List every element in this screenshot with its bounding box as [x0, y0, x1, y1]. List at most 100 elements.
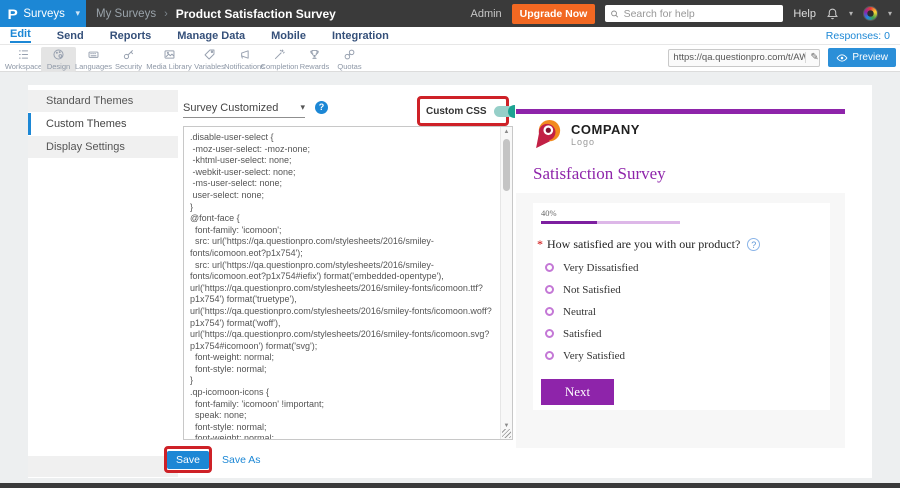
toolbar-item-design[interactable]: Design [41, 47, 76, 72]
theme-help-icon[interactable]: ? [315, 101, 328, 114]
toolbar-item-variables[interactable]: Variables [192, 47, 227, 72]
required-asterisk: * [537, 237, 543, 252]
variables-tag-icon [203, 48, 216, 61]
sidebar-item-display-settings[interactable]: Display Settings [28, 136, 178, 158]
help-search[interactable] [605, 5, 783, 22]
question-text: How satisfied are you with our product? [547, 237, 740, 252]
rewards-trophy-icon [308, 48, 321, 61]
progress-label: 40% [541, 208, 557, 218]
design-panel: Standard Themes Custom Themes Display Se… [28, 85, 872, 478]
toolbar-item-media-library[interactable]: Media Library [146, 47, 192, 72]
radio-icon[interactable] [545, 329, 554, 338]
admin-link[interactable]: Admin [470, 8, 501, 20]
menu-item-send[interactable]: Send [57, 30, 84, 42]
languages-icon [87, 48, 100, 61]
avatar[interactable] [863, 6, 878, 21]
menu-item-integration[interactable]: Integration [332, 30, 389, 42]
sidebar-item-custom-themes[interactable]: Custom Themes [28, 113, 178, 135]
resize-grip-icon[interactable] [502, 429, 511, 438]
responses-count[interactable]: Responses: 0 [826, 30, 890, 42]
menu-item-edit[interactable]: Edit [10, 28, 31, 43]
search-input[interactable] [624, 8, 779, 20]
toolbar-item-notifications[interactable]: Notifications [227, 47, 262, 72]
media-library-icon [163, 48, 176, 61]
css-code[interactable]: .disable-user-select { -moz-user-select:… [184, 127, 500, 439]
save-highlight-box: Save [164, 446, 212, 473]
option-not-satisfied[interactable]: Not Satisfied [545, 283, 621, 296]
next-button[interactable]: Next [541, 379, 614, 405]
option-very-dissatisfied[interactable]: Very Dissatisfied [545, 261, 638, 274]
toolbar-item-security[interactable]: Security [111, 47, 146, 72]
toolbar-item-languages[interactable]: Languages [76, 47, 111, 72]
product-menu-label: Surveys [23, 8, 65, 20]
radio-icon[interactable] [545, 351, 554, 360]
question-row: * How satisfied are you with our product… [537, 237, 760, 252]
survey-preview-pane: COMPANY Logo Satisfaction Survey 40% * H… [515, 85, 872, 478]
option-neutral[interactable]: Neutral [545, 305, 596, 318]
page-title: Product Satisfaction Survey [176, 7, 336, 21]
sidebar-footer [28, 456, 178, 477]
company-logo-sub: Logo [571, 137, 640, 147]
themes-sidebar: Standard Themes Custom Themes Display Se… [28, 85, 178, 478]
company-logo: COMPANY Logo [533, 118, 640, 151]
option-satisfied[interactable]: Satisfied [545, 327, 602, 340]
chevron-down-icon[interactable]: ▾ [849, 9, 853, 18]
breadcrumb[interactable]: My Surveys [96, 8, 156, 20]
chevron-down-icon[interactable]: ▾ [888, 9, 892, 18]
company-logo-text: COMPANY [571, 123, 640, 136]
notifications-bell-icon[interactable] [826, 7, 839, 21]
notifications-megaphone-icon [238, 48, 251, 61]
product-switcher[interactable]: P Surveys ▾ [0, 0, 86, 27]
search-icon [610, 9, 619, 19]
scroll-up-icon[interactable]: ▲ [501, 129, 512, 135]
toolbar-item-quotas[interactable]: Quotas [332, 47, 367, 72]
eye-icon [836, 53, 848, 63]
sidebar-item-standard-themes[interactable]: Standard Themes [28, 90, 178, 112]
completion-wand-icon [273, 48, 286, 61]
survey-url-input[interactable] [673, 52, 805, 63]
progress-bar [541, 221, 680, 224]
custom-css-label: Custom CSS [426, 106, 487, 117]
radio-icon[interactable] [545, 263, 554, 272]
radio-icon[interactable] [545, 285, 554, 294]
survey-top-bar [516, 109, 845, 114]
preview-label: Preview [852, 52, 888, 63]
quotas-chain-icon [343, 48, 356, 61]
topbar-right: Admin Upgrade Now Help ▾ ▾ [470, 4, 900, 24]
help-link[interactable]: Help [793, 8, 816, 20]
question-help-icon[interactable]: ? [747, 238, 760, 251]
toolbar-right: ✎ Preview [668, 47, 896, 67]
menu-item-mobile[interactable]: Mobile [271, 30, 306, 42]
editor-scrollbar[interactable]: ▲ ▼ [500, 127, 512, 439]
custom-css-highlight-box: Custom CSS [417, 96, 509, 126]
save-as-link[interactable]: Save As [222, 454, 261, 466]
preview-button[interactable]: Preview [828, 48, 896, 67]
edit-toolbar: Workspace Design Languages Security Medi… [0, 45, 900, 72]
survey-title: Satisfaction Survey [533, 164, 666, 184]
questionpro-logo-icon: P [8, 6, 18, 22]
option-very-satisfied[interactable]: Very Satisfied [545, 349, 625, 362]
toolbar-item-workspace[interactable]: Workspace [6, 47, 41, 72]
radio-icon[interactable] [545, 307, 554, 316]
edit-url-pencil-icon[interactable]: ✎ [805, 52, 818, 63]
breadcrumb-separator-icon: › [164, 8, 168, 20]
top-bar: P Surveys ▾ My Surveys › Product Satisfa… [0, 0, 900, 27]
survey-url-field[interactable]: ✎ [668, 49, 820, 67]
menu-item-manage-data[interactable]: Manage Data [177, 30, 245, 42]
menu-item-reports[interactable]: Reports [110, 30, 152, 42]
survey-body: 40% * How satisfied are you with our pro… [516, 193, 845, 448]
design-palette-icon [52, 48, 65, 61]
toolbar-item-completion[interactable]: Completion [262, 47, 297, 72]
bottom-bar [0, 483, 900, 488]
chevron-down-icon: ▾ [300, 102, 305, 114]
scrollbar-thumb[interactable] [503, 139, 510, 191]
upgrade-now-button[interactable]: Upgrade Now [512, 4, 596, 24]
save-button[interactable]: Save [167, 451, 209, 469]
chevron-down-icon: ▾ [75, 8, 80, 19]
theme-dropdown[interactable]: Survey Customized ▾ [183, 102, 305, 118]
main-menu: Edit Send Reports Manage Data Mobile Int… [0, 27, 900, 45]
theme-dropdown-value: Survey Customized [183, 102, 278, 114]
custom-css-editor[interactable]: .disable-user-select { -moz-user-select:… [183, 126, 513, 440]
company-pin-icon [533, 118, 564, 151]
toolbar-item-rewards[interactable]: Rewards [297, 47, 332, 72]
